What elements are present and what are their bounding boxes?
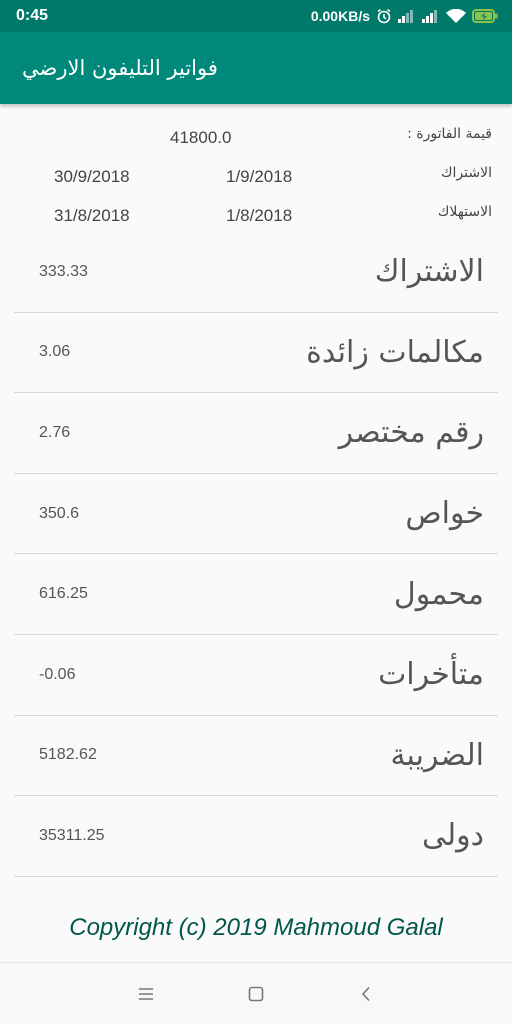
consumption-period-row: الاستهلاك 1/8/2018 31/8/2018 [0, 196, 512, 235]
list-item: 333.33 الاشتراك [14, 232, 498, 313]
status-time: 0:45 [16, 7, 49, 24]
item-value: 5182.62 [39, 746, 97, 764]
subscription-period-label: الاشتراك [441, 165, 492, 181]
charges-list: 333.33 الاشتراك 3.06 مكالمات زائدة 2.76 … [14, 232, 498, 877]
item-value: 333.33 [39, 262, 88, 280]
item-label: الضريبة [390, 737, 484, 773]
item-label: محمول [393, 576, 484, 612]
menu-icon[interactable] [134, 982, 158, 1006]
consumption-to-date: 31/8/2018 [54, 206, 130, 225]
net-speed: 0.00KB/s [310, 8, 370, 24]
list-item: 5182.62 الضريبة [14, 716, 498, 797]
consumption-period-label: الاستهلاك [437, 204, 492, 220]
list-item: 2.76 رقم مختصر [14, 393, 498, 474]
back-icon[interactable] [354, 982, 378, 1006]
list-item: 3.06 مكالمات زائدة [14, 313, 498, 394]
item-label: دولى [422, 818, 484, 854]
item-value: -0.06 [39, 665, 76, 683]
alarm-icon [376, 8, 392, 24]
item-value: 3.06 [39, 343, 71, 361]
battery-charging-icon [472, 9, 498, 23]
item-label: متأخرات [378, 657, 484, 693]
item-value: 35311.25 [39, 826, 105, 844]
subscription-from-date: 1/9/2018 [226, 167, 293, 186]
status-icons: 0.00KB/s [311, 8, 498, 24]
list-item: 350.6 خواص [14, 474, 498, 555]
signal-icon [422, 9, 440, 23]
item-label: رقم مختصر [338, 415, 484, 451]
invoice-total-label: قيمة الفاتورة : [407, 126, 492, 142]
item-label: الاشتراك [374, 254, 484, 290]
system-nav-bar [0, 962, 512, 1024]
copyright-text: Copyright (c) 2019 Mahmoud Galal [69, 914, 443, 941]
list-item: 35311.25 دولى [14, 796, 498, 877]
wifi-icon [446, 8, 466, 24]
item-label: خواص [405, 496, 484, 532]
item-value: 350.6 [39, 504, 80, 522]
status-bar: 0:45 0.00KB/s [0, 0, 512, 32]
subscription-period-row: الاشتراك 1/9/2018 30/9/2018 [0, 157, 512, 196]
item-value: 616.25 [39, 585, 88, 603]
signal-icon [398, 9, 416, 23]
list-item: -0.06 متأخرات [14, 635, 498, 716]
app-bar: فواتير التليفون الارضي [0, 32, 512, 104]
subscription-to-date: 30/9/2018 [54, 167, 130, 186]
consumption-from-date: 1/8/2018 [226, 206, 293, 225]
home-icon[interactable] [244, 982, 268, 1006]
app-title: فواتير التليفون الارضي [22, 56, 218, 80]
invoice-total-row: قيمة الفاتورة : 41800.0 [0, 118, 512, 157]
item-label: مكالمات زائدة [306, 334, 484, 370]
list-item: 616.25 محمول [14, 554, 498, 635]
item-value: 2.76 [39, 423, 71, 441]
invoice-total-value: 41800.0 [170, 128, 232, 147]
invoice-summary: قيمة الفاتورة : 41800.0 الاشتراك 1/9/201… [0, 118, 512, 235]
